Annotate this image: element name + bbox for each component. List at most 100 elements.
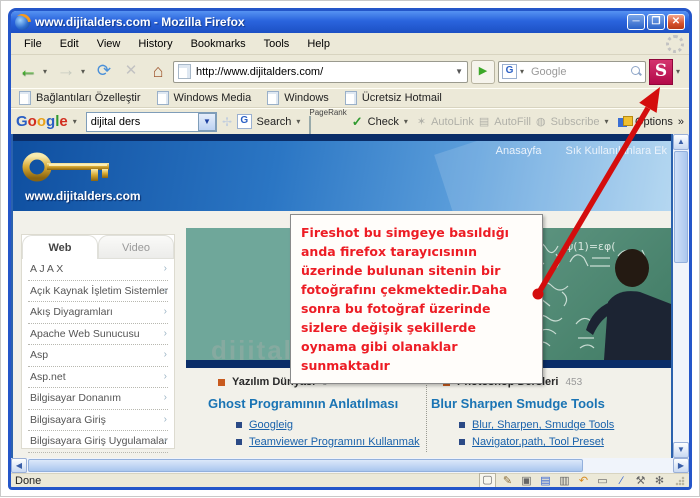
site-nav-home[interactable]: Anasayfa xyxy=(496,145,542,157)
fireshot-dropdown-icon[interactable]: ▾ xyxy=(676,67,684,76)
url-dropdown-icon[interactable]: ▼ xyxy=(455,67,463,76)
article-link[interactable]: Blur, Sharpen, Smudge Tools xyxy=(472,419,614,431)
bookmark-item[interactable]: Bağlantıları Özelleştir xyxy=(19,91,141,105)
wand-icon[interactable]: ✻ xyxy=(652,475,667,487)
bookmark-label: Windows Media xyxy=(174,92,252,104)
google-logo[interactable]: Google xyxy=(16,113,68,130)
url-text[interactable]: http://www.dijitalders.com/ xyxy=(196,66,450,78)
toolbar-overflow-chevron[interactable]: » xyxy=(678,116,684,128)
bookmark-item[interactable]: Ücretsiz Hotmail xyxy=(345,91,442,105)
home-button[interactable]: ⌂ xyxy=(146,59,170,85)
menu-bookmarks[interactable]: Bookmarks xyxy=(182,35,255,53)
sidebar-item[interactable]: Apache Web Sunucusu xyxy=(28,324,168,346)
vertical-scroll-thumb[interactable] xyxy=(674,151,688,263)
back-dropdown-icon[interactable]: ▾ xyxy=(43,67,51,76)
scroll-up-button[interactable]: ▲ xyxy=(673,134,689,150)
check-dropdown-icon[interactable]: ▾ xyxy=(404,117,412,126)
autolink-icon: ✶ xyxy=(417,115,426,128)
scroll-down-button[interactable]: ▼ xyxy=(673,442,689,458)
resize-grip[interactable] xyxy=(675,476,685,486)
vertical-scrollbar[interactable]: ▲ ▼ xyxy=(673,134,689,458)
minimize-button[interactable]: ─ xyxy=(627,14,645,30)
status-text: Done xyxy=(15,475,475,487)
sidebar-item[interactable]: Bilgisayara Giriş xyxy=(28,410,168,432)
forward-dropdown-icon[interactable]: ▾ xyxy=(81,67,89,76)
url-bar[interactable]: http://www.dijitalders.com/ ▼ xyxy=(173,61,468,83)
search-button[interactable]: Search xyxy=(257,116,292,128)
stop-button[interactable]: ✕ xyxy=(119,59,143,85)
google-search-field[interactable]: dijital ders ▼ xyxy=(86,112,217,132)
article-link[interactable]: Navigator,path, Tool Preset xyxy=(472,436,604,448)
bookmark-item[interactable]: Windows xyxy=(267,91,329,105)
go-button[interactable]: ▶ xyxy=(471,60,495,84)
menu-edit[interactable]: Edit xyxy=(51,35,88,53)
back-button[interactable]: ← xyxy=(16,59,40,85)
site-nav-add-favorites[interactable]: Sık Kullanılanlara Ek xyxy=(566,145,668,157)
scroll-left-button[interactable]: ◀ xyxy=(11,458,27,473)
tab-web[interactable]: Web xyxy=(22,235,98,259)
status-bar: Done ▢ ✎ ▣ ▤ ▥ ↶ ▭ ∕ ⚒ ✻ xyxy=(11,473,689,487)
throbber-icon xyxy=(666,35,684,53)
article-heading[interactable]: Blur Sharpen Smudge Tools xyxy=(431,396,666,411)
sidebar-item[interactable]: Asp.net xyxy=(28,367,168,389)
search-placeholder[interactable]: Google xyxy=(531,66,628,78)
sidebar-item[interactable]: Akış Diyagramları xyxy=(28,302,168,324)
spellcheck-icon[interactable]: ✓ xyxy=(352,114,363,130)
save-icon[interactable]: ▤ xyxy=(538,475,553,487)
article-link[interactable]: Googleig xyxy=(249,419,293,431)
horizontal-scrollbar[interactable]: ◀ ▶ xyxy=(11,458,689,473)
firefox-window: www.dijitalders.com - Mozilla Firefox ─ … xyxy=(8,8,692,490)
bookmark-item[interactable]: Windows Media xyxy=(157,91,252,105)
google-toolbar: Google ▾ dijital ders ▼ ✢ G Search ▾ Pag… xyxy=(11,108,689,134)
tools-icon[interactable]: ⚒ xyxy=(633,475,648,487)
line-tool-icon[interactable]: ∕ xyxy=(614,475,629,487)
pagerank-indicator[interactable]: PageRank xyxy=(309,109,346,135)
google-g-icon[interactable]: G xyxy=(502,64,517,79)
forward-button[interactable]: → xyxy=(54,59,78,85)
g-search-icon[interactable]: G xyxy=(237,114,251,129)
link-bullet xyxy=(236,439,242,445)
menu-file[interactable]: File xyxy=(15,35,51,53)
bookmark-label: Windows xyxy=(284,92,329,104)
selection-icon[interactable]: ▭ xyxy=(595,475,610,487)
menu-history[interactable]: History xyxy=(129,35,181,53)
print-icon[interactable]: ▥ xyxy=(557,475,572,487)
options-button[interactable]: Options xyxy=(635,116,673,128)
title-bar[interactable]: www.dijitalders.com - Mozilla Firefox ─ … xyxy=(11,11,689,33)
window-title: www.dijitalders.com - Mozilla Firefox xyxy=(35,15,622,29)
sidebar-item[interactable]: A J A X xyxy=(28,259,168,281)
search-icon[interactable] xyxy=(631,66,642,77)
site-header-banner: www.dijitalders.com Anasayfa Sık Kullanı… xyxy=(13,141,671,211)
close-button[interactable]: ✕ xyxy=(667,14,685,30)
search-dropdown-icon[interactable]: ▾ xyxy=(296,117,304,126)
sidebar-item[interactable]: Bilgisayar Donanım xyxy=(28,388,168,410)
maximize-button[interactable]: ❐ xyxy=(647,14,665,30)
article-link[interactable]: Teamviewer Programını Kullanmak xyxy=(249,436,420,448)
menu-tools[interactable]: Tools xyxy=(255,35,299,53)
options-icon[interactable] xyxy=(618,116,630,128)
search-box[interactable]: G ▾ Google xyxy=(498,61,646,83)
sidebar-item[interactable]: Açık Kaynak İşletim Sistemleri xyxy=(28,281,168,303)
content-column-left: Yazılım Dünyası 9 Ghost Programının Anla… xyxy=(208,372,418,453)
google-logo-dropdown-icon[interactable]: ▾ xyxy=(73,117,81,126)
menu-help[interactable]: Help xyxy=(298,35,339,53)
category-count: 453 xyxy=(565,377,582,388)
new-page-icon[interactable]: ▢ xyxy=(479,473,496,488)
pencil-icon[interactable]: ✎ xyxy=(500,475,515,487)
sidebar-item[interactable]: Asp xyxy=(28,345,168,367)
horizontal-scroll-thumb[interactable] xyxy=(28,459,583,472)
search-engine-dropdown-icon[interactable]: ▾ xyxy=(520,67,528,76)
check-button[interactable]: Check xyxy=(368,116,399,128)
fireshot-button[interactable]: S xyxy=(649,59,673,85)
undo-icon[interactable]: ↶ xyxy=(576,475,591,487)
article-heading[interactable]: Ghost Programının Anlatılması xyxy=(208,396,418,411)
reload-button[interactable]: ⟳ xyxy=(92,59,116,85)
scroll-right-button[interactable]: ▶ xyxy=(673,458,689,473)
image-icon[interactable]: ▣ xyxy=(519,475,534,487)
menu-view[interactable]: View xyxy=(88,35,130,53)
google-search-query[interactable]: dijital ders xyxy=(87,116,198,128)
tab-video[interactable]: Video xyxy=(98,235,174,259)
subscribe-dropdown-icon[interactable]: ▾ xyxy=(605,117,613,126)
sidebar-item[interactable]: Bilgisayara Giriş Uygulamaları xyxy=(28,431,168,453)
google-search-history-dropdown-icon[interactable]: ▼ xyxy=(198,113,216,131)
